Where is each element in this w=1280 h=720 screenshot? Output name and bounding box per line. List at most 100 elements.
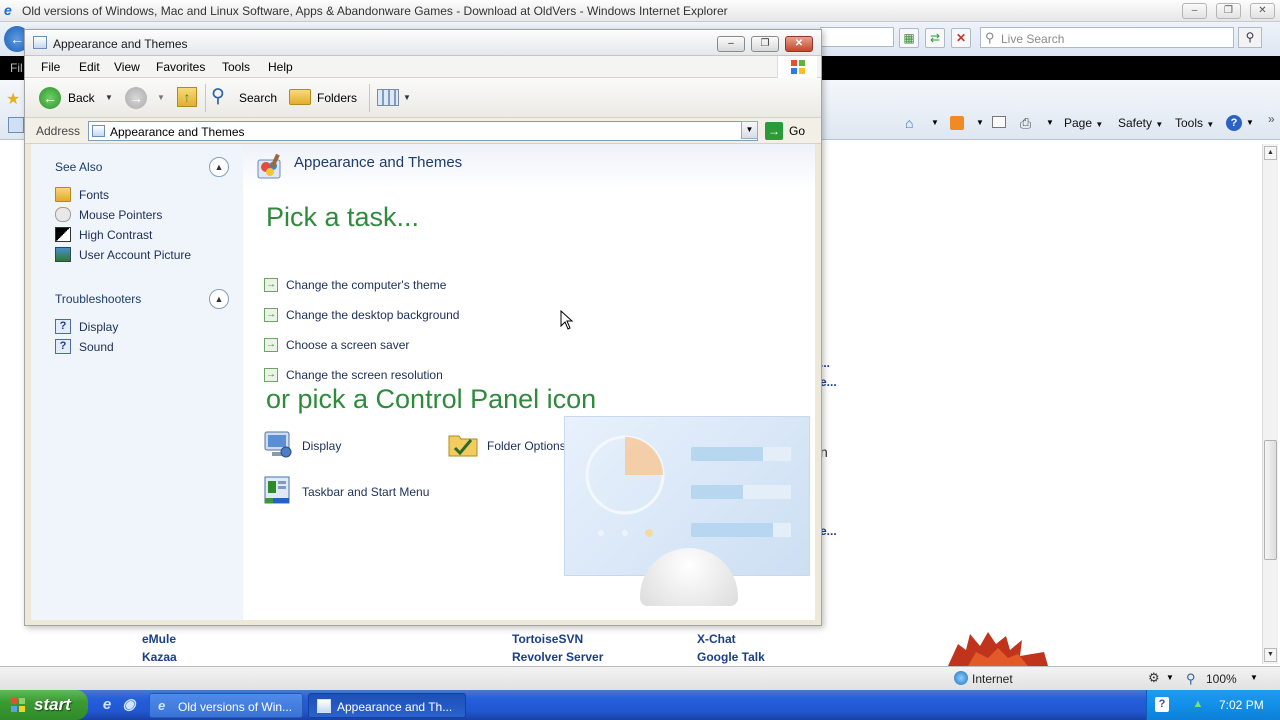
explorer-title-bar[interactable]: Appearance and Themes – ❐ ✕ [25,30,821,56]
ie-maximize-button[interactable]: ❐ [1216,3,1241,19]
ie-close-button[interactable]: ✕ [1250,3,1275,19]
ie-page-menu[interactable]: Page ▼ [1064,116,1103,130]
ie-compat-icon[interactable]: ▦ [899,28,919,48]
folders-icon [289,89,311,105]
explorer-maximize-button[interactable]: ❐ [751,36,779,52]
menu-file[interactable]: File [41,60,60,74]
ie-tools-menu[interactable]: Tools ▼ [1175,116,1214,130]
ie-minimize-button[interactable]: – [1182,3,1207,19]
collapse-see-also-icon[interactable]: ▲ [209,157,229,177]
toolbar-separator [205,84,206,112]
explorer-close-button[interactable]: ✕ [785,36,813,52]
ie-chevron-icon[interactable]: » [1268,112,1275,126]
internet-zone-icon [954,671,968,685]
ie-status-dropdown-icon[interactable]: ▼ [1166,673,1174,682]
back-button[interactable]: ← Back ▼ [39,87,119,109]
ie-address-field[interactable] [820,27,894,47]
up-folder-button[interactable]: ↑ [177,87,199,109]
tray-help-icon[interactable]: ? [1155,697,1169,712]
address-dropdown-icon[interactable]: ▼ [741,121,758,139]
taskbar-start-menu-icon [264,476,290,504]
address-value: Appearance and Themes [110,125,245,139]
folders-button[interactable]: Folders [289,87,365,109]
start-button[interactable]: start [0,690,88,720]
menu-edit[interactable]: Edit [79,60,100,74]
ie-stop-icon[interactable]: ✕ [951,28,971,48]
search-icon: ⚲ [211,86,225,107]
ie-mail-icon[interactable] [992,116,1006,128]
page-link-tortoisesvn[interactable]: TortoiseSVN [512,632,583,646]
ie-protected-mode-icon[interactable]: ⚙ [1148,670,1160,686]
ie-menu-file[interactable]: Fil [10,61,23,75]
windows-flag-area [777,56,817,78]
back-dropdown-icon[interactable]: ▼ [105,93,113,102]
taskbar-item-appearance[interactable]: Appearance and Th... [308,693,466,718]
high-contrast-icon [55,227,71,242]
clock[interactable]: 7:02 PM [1219,698,1264,712]
ie-help-icon[interactable]: ? [1226,115,1242,131]
ie-status-bar: Internet ⚙ ▼ ⚲ 100% ▼ [0,666,1280,690]
cpl-folder-options-label: Folder Options [487,439,566,453]
task-pane: See Also ▲ Fonts Mouse Pointers High Con… [31,144,243,620]
search-button[interactable]: ⚲ Search [211,87,285,109]
toolbar-separator [369,84,370,112]
address-field[interactable]: Appearance and Themes [88,121,758,141]
cpl-display-label: Display [302,439,342,453]
ie-vertical-scrollbar[interactable]: ▲ ▼ [1262,144,1278,664]
page-link-revolver-server[interactable]: Revolver Server [512,650,603,664]
ie-home-dropdown-icon[interactable]: ▼ [931,118,939,127]
menu-view[interactable]: View [114,60,140,74]
menu-favorites[interactable]: Favorites [156,60,205,74]
forward-button[interactable]: → ▼ [125,87,171,109]
page-link-fragment[interactable]: e... [820,375,837,389]
task-change-background-label: Change the desktop background [286,308,460,322]
taskbar-item-ie[interactable]: e Old versions of Win... [149,693,303,718]
windows-flag-icon [791,60,805,74]
page-link-kazaa[interactable]: Kazaa [142,650,177,664]
folder-window-icon [33,36,47,49]
cpl-display[interactable]: Display [262,428,402,462]
ie-zoom-level[interactable]: 100% [1206,672,1237,686]
menu-tools[interactable]: Tools [222,60,250,74]
views-button[interactable]: ▼ [377,87,415,109]
collapse-troubleshooters-icon[interactable]: ▲ [209,289,229,309]
page-link-xchat[interactable]: X-Chat [697,632,736,646]
ie-help-dropdown-icon[interactable]: ▼ [1246,118,1254,127]
ie-safety-menu[interactable]: Safety ▼ [1118,116,1163,130]
menu-help[interactable]: Help [268,60,293,74]
page-link-google-talk[interactable]: Google Talk [697,650,765,664]
ie-print-dropdown-icon[interactable]: ▼ [1046,118,1054,127]
ie-tab-icon[interactable] [8,117,24,133]
cpl-taskbar-start-menu[interactable]: Taskbar and Start Menu [262,474,452,508]
up-folder-icon: ↑ [177,87,197,107]
ie-home-icon[interactable]: ⌂ [905,115,913,131]
category-header: Appearance and Themes [243,144,815,190]
tray-network-icon[interactable]: ▲ [1191,697,1205,712]
see-also-heading: See Also [55,160,103,174]
ie-favorites-star-icon[interactable]: ★ [6,89,20,109]
ie-scroll-up-icon[interactable]: ▲ [1264,146,1277,160]
page-link-emule[interactable]: eMule [142,632,176,646]
ie-search-go-button[interactable]: ⚲ [1238,27,1262,48]
quicklaunch-ie2-icon[interactable]: ◉ [120,696,138,714]
ie-zoom-dropdown-icon[interactable]: ▼ [1250,673,1258,682]
go-button[interactable]: → Go [765,122,821,140]
ie-scroll-thumb[interactable] [1264,440,1277,560]
cpl-taskbar-start-menu-label: Taskbar and Start Menu [302,485,430,499]
explorer-window-title: Appearance and Themes [53,37,188,51]
quicklaunch-ie-icon[interactable]: e [98,696,116,714]
views-icon [377,89,399,106]
ie-print-icon[interactable]: ⎙ [1020,115,1031,132]
ie-zoom-icon[interactable]: ⚲ [1186,671,1196,687]
pick-icon-heading: or pick a Control Panel icon [266,384,597,414]
ie-search-box[interactable]: ⚲ Live Search [980,27,1234,48]
ie-feeds-icon[interactable] [950,116,964,130]
ie-refresh-icon[interactable]: ⇄ [925,28,945,48]
page-link-fragment[interactable]: e... [820,524,837,538]
display-icon [264,431,292,458]
ie-feeds-dropdown-icon[interactable]: ▼ [976,118,984,127]
ie-scroll-down-icon[interactable]: ▼ [1264,648,1277,662]
forward-dropdown-icon[interactable]: ▼ [157,93,165,102]
explorer-minimize-button[interactable]: – [717,36,745,52]
appearance-themes-icon [257,153,281,179]
